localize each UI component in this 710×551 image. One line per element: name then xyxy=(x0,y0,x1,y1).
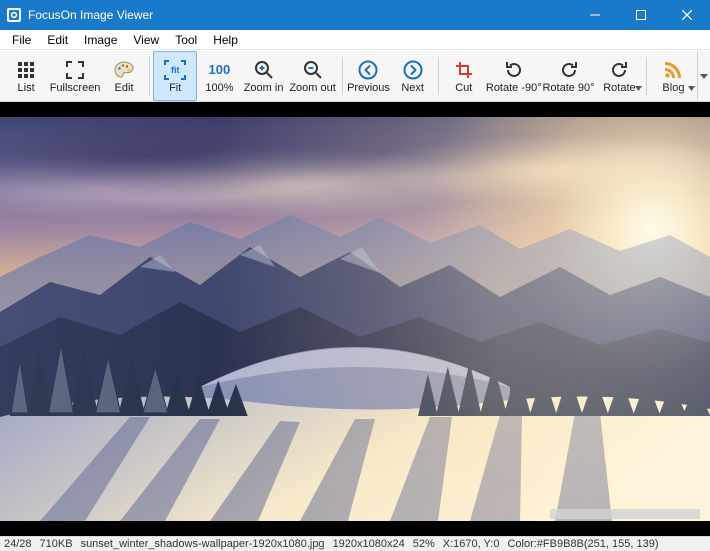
status-filename: sunset_winter_shadows-wallpaper-1920x108… xyxy=(81,538,325,550)
rss-icon xyxy=(662,59,684,81)
menu-image[interactable]: Image xyxy=(76,31,125,49)
blog-button[interactable]: Blog xyxy=(650,51,696,101)
menu-view[interactable]: View xyxy=(125,31,167,49)
status-color: Color:#FB9B8B(251, 155, 139) xyxy=(507,538,658,550)
status-coords: X:1670, Y:0 xyxy=(443,538,500,550)
status-index: 24/28 xyxy=(4,538,32,550)
chevron-down-icon xyxy=(635,86,642,91)
rotate-90-button[interactable]: Rotate 90° xyxy=(542,51,596,101)
menubar: File Edit Image View Tool Help xyxy=(0,30,710,50)
zoom-out-button[interactable]: Zoom out xyxy=(286,51,340,101)
edit-label: Edit xyxy=(115,83,134,94)
list-label: List xyxy=(18,83,35,94)
zoom-out-icon xyxy=(302,59,324,81)
rotate-neg90-button[interactable]: Rotate -90° xyxy=(486,51,542,101)
list-button[interactable]: List xyxy=(4,51,48,101)
grid-icon xyxy=(15,59,37,81)
titlebar: FocusOn Image Viewer xyxy=(0,0,710,30)
statusbar: 24/28 710KB sunset_winter_shadows-wallpa… xyxy=(0,536,710,551)
next-label: Next xyxy=(401,83,424,94)
arrow-left-circle-icon xyxy=(357,59,379,81)
hundred-button[interactable]: 100 100% xyxy=(197,51,241,101)
status-file-size: 710KB xyxy=(40,538,73,550)
rotate-ccw-icon xyxy=(503,59,525,81)
toolbar-separator xyxy=(342,57,343,95)
displayed-image xyxy=(0,117,710,521)
crop-icon xyxy=(453,59,475,81)
cut-label: Cut xyxy=(455,83,472,94)
previous-button[interactable]: Previous xyxy=(346,51,390,101)
palette-icon xyxy=(113,59,135,81)
previous-label: Previous xyxy=(347,83,390,94)
rotate-icon xyxy=(608,59,630,81)
hundred-label: 100% xyxy=(205,83,233,94)
zoom-out-label: Zoom out xyxy=(289,83,335,94)
toolbar-separator xyxy=(438,57,439,95)
fit-button[interactable]: fit Fit xyxy=(153,51,197,101)
menu-edit[interactable]: Edit xyxy=(39,31,76,49)
edit-button[interactable]: Edit xyxy=(102,51,146,101)
rotate-label: Rotate xyxy=(603,83,635,94)
rotate-90-label: Rotate 90° xyxy=(542,83,594,94)
zoom-in-label: Zoom in xyxy=(244,83,284,94)
rotate-button[interactable]: Rotate xyxy=(595,51,643,101)
status-zoom: 52% xyxy=(413,538,435,550)
fullscreen-icon xyxy=(64,59,86,81)
image-watermark xyxy=(550,509,700,519)
toolbar-separator xyxy=(646,57,647,95)
window-controls xyxy=(572,0,710,30)
hundred-icon: 100 xyxy=(208,59,230,81)
zoom-in-button[interactable]: Zoom in xyxy=(242,51,286,101)
chevron-down-icon xyxy=(688,86,695,91)
menu-tool[interactable]: Tool xyxy=(167,31,205,49)
menu-help[interactable]: Help xyxy=(205,31,246,49)
titlebar-title: FocusOn Image Viewer xyxy=(28,8,572,22)
app-icon xyxy=(6,7,22,23)
toolbar-overflow[interactable] xyxy=(697,51,710,101)
image-viewport[interactable] xyxy=(0,102,710,536)
fit-label: Fit xyxy=(169,83,181,94)
arrow-right-circle-icon xyxy=(402,59,424,81)
menu-file[interactable]: File xyxy=(4,31,39,49)
minimize-button[interactable] xyxy=(572,0,618,30)
blog-label: Blog xyxy=(662,83,684,94)
zoom-in-icon xyxy=(253,59,275,81)
fullscreen-label: Fullscreen xyxy=(50,83,101,94)
fit-icon: fit xyxy=(164,59,186,81)
rotate-neg90-label: Rotate -90° xyxy=(486,83,542,94)
toolbar: List Fullscreen Edit fit Fit 100 100% Zo… xyxy=(0,50,710,102)
close-button[interactable] xyxy=(664,0,710,30)
status-dimensions: 1920x1080x24 xyxy=(333,538,405,550)
fullscreen-button[interactable]: Fullscreen xyxy=(48,51,102,101)
toolbar-separator xyxy=(149,57,150,95)
next-button[interactable]: Next xyxy=(391,51,435,101)
rotate-cw-icon xyxy=(558,59,580,81)
cut-button[interactable]: Cut xyxy=(442,51,486,101)
maximize-button[interactable] xyxy=(618,0,664,30)
